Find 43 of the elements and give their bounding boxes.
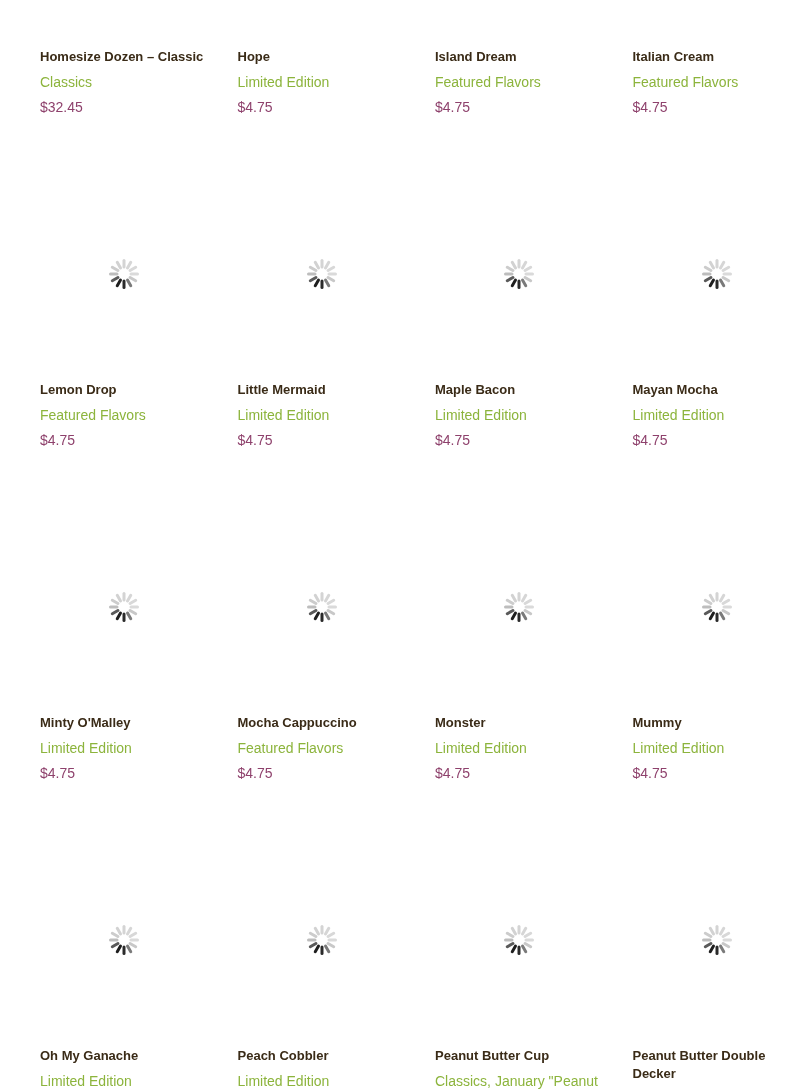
product-name[interactable]: Mayan Mocha — [632, 381, 718, 399]
product-price: $4.75 — [632, 98, 668, 117]
product-price: $4.75 — [237, 764, 273, 783]
product-price: $4.75 — [435, 98, 471, 117]
product-category: Limited Edition — [40, 1072, 132, 1089]
product-name[interactable]: Mummy — [632, 714, 682, 732]
product-price: $4.75 — [632, 764, 668, 783]
product-price: $4.75 — [632, 431, 668, 450]
product-name[interactable]: Hope — [237, 48, 270, 66]
product-category: Limited Edition — [632, 739, 725, 758]
product-name[interactable]: Island Dream — [435, 48, 517, 66]
product-category: Limited Edition — [435, 406, 527, 425]
product-category: Limited Edition — [435, 739, 527, 758]
product-category: Featured Flavors — [237, 739, 344, 758]
product-name[interactable]: Peach Cobbler — [237, 1047, 329, 1065]
product-name[interactable]: Maple Bacon — [435, 381, 516, 399]
product-category: Limited Edition — [237, 406, 330, 425]
product-name[interactable]: Minty O'Malley — [40, 714, 131, 732]
product-price: $32.45 — [40, 98, 83, 117]
product-category: Classics — [40, 73, 93, 92]
product-name[interactable]: Peanut Butter Double Decker — [632, 1047, 803, 1083]
product-category: Limited Edition — [237, 73, 330, 92]
product-name[interactable]: Lemon Drop — [40, 381, 117, 399]
product-name[interactable]: Monster — [435, 714, 486, 732]
product-category: Classics, January "Peanut — [435, 1072, 598, 1089]
product-price: $4.75 — [435, 431, 471, 450]
product-category: Limited Edition — [40, 739, 132, 758]
product-category: Limited Edition — [632, 406, 725, 425]
product-category: Limited Edition — [237, 1072, 330, 1089]
product-price: $4.75 — [435, 764, 471, 783]
product-name[interactable]: Mocha Cappuccino — [237, 714, 357, 732]
product-name[interactable]: Homesize Dozen – Classic — [40, 48, 204, 66]
product-category: Featured Flavors — [632, 73, 739, 92]
product-category: Featured Flavors — [40, 406, 146, 425]
product-price: $4.75 — [40, 431, 76, 450]
product-name[interactable]: Peanut Butter Cup — [435, 1047, 550, 1065]
product-price: $4.75 — [237, 98, 273, 117]
product-category: Featured Flavors — [435, 73, 541, 92]
product-price: $4.75 — [40, 764, 76, 783]
product-name[interactable]: Italian Cream — [632, 48, 715, 66]
product-name[interactable]: Oh My Ganache — [40, 1047, 139, 1065]
product-name[interactable]: Little Mermaid — [237, 381, 326, 399]
product-price: $4.75 — [237, 431, 273, 450]
